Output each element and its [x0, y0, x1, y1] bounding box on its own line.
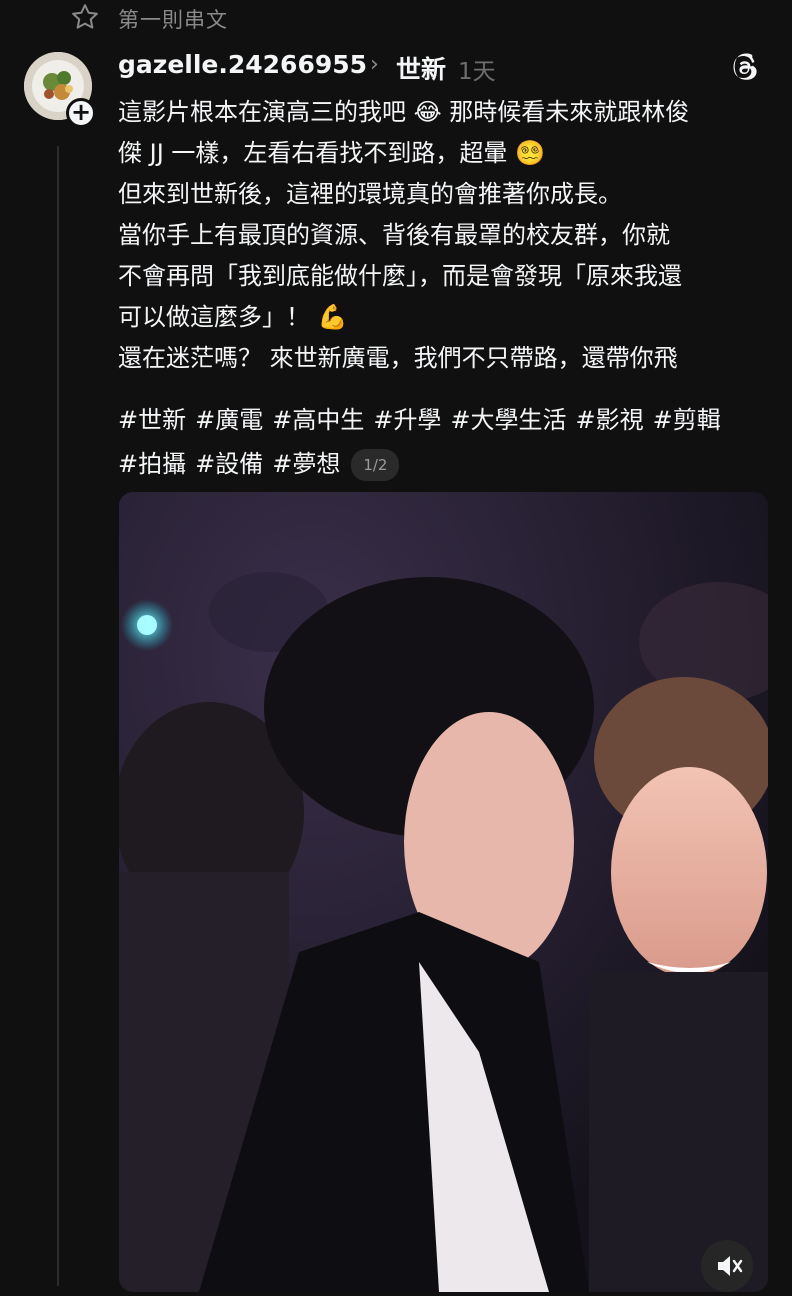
follow-plus-icon[interactable]: + [66, 98, 96, 128]
thread-line [57, 146, 59, 1286]
hashtag-link[interactable]: #影視 [576, 406, 644, 434]
hashtag-link[interactable]: #設備 [195, 450, 263, 478]
video-frame [119, 492, 768, 1292]
username[interactable]: gazelle.24266955 [118, 50, 367, 79]
hashtag-link[interactable]: #剪輯 [653, 406, 721, 434]
post-line: 當你手上有最頂的資源、背後有最罩的校友群，你就 [118, 221, 670, 249]
hashtag-link[interactable]: #夢想 [272, 450, 340, 478]
hashtag-link[interactable]: #拍攝 [118, 450, 186, 478]
post-line: 但來到世新後，這裡的環境真的會推著你成長。 [118, 180, 622, 208]
chevron-right-icon: › [370, 52, 379, 77]
thread-title: 第一則串文 [118, 8, 228, 32]
threads-logo-icon[interactable] [728, 52, 760, 84]
post-line: 還在迷茫嗎？ 來世新廣電，我們不只帶路，還帶你飛 [118, 344, 678, 372]
post-time: 1天 [458, 59, 496, 85]
star-icon[interactable] [70, 2, 100, 32]
hashtag-list: #世新 #廣電 #高中生 #升學 #大學生活 #影視 #剪輯 #拍攝 #設備 #夢想 1/2 [118, 398, 778, 486]
hashtag-link[interactable]: #高中生 [272, 406, 364, 434]
topic-tag[interactable]: 世新 [396, 50, 446, 86]
post-text: 這影片根本在演高三的我吧 😂 那時候看未來就跟林俊 傑 JJ 一樣，左看右看找不… [118, 92, 778, 379]
video-player[interactable] [119, 492, 768, 1292]
hashtag-link[interactable]: #世新 [118, 406, 186, 434]
hashtag-link[interactable]: #升學 [373, 406, 441, 434]
post-line: 不會再問「我到底能做什麼」，而是會發現「原來我還 [118, 262, 682, 290]
speaker-muted-icon [718, 1256, 743, 1276]
thread-header: 第一則串文 [0, 0, 792, 36]
post-line: 可以做這麼多」！ 💪 [118, 303, 348, 331]
hashtag-link[interactable]: #大學生活 [450, 406, 566, 434]
post-line: 這影片根本在演高三的我吧 😂 那時候看未來就跟林俊 [118, 98, 690, 126]
media-page-indicator: 1/2 [351, 449, 400, 481]
mute-toggle[interactable] [701, 1240, 753, 1292]
hashtag-link[interactable]: #廣電 [195, 406, 263, 434]
post-line: 傑 JJ 一樣，左看右看找不到路，超暈 😵‍💫 [118, 139, 545, 167]
